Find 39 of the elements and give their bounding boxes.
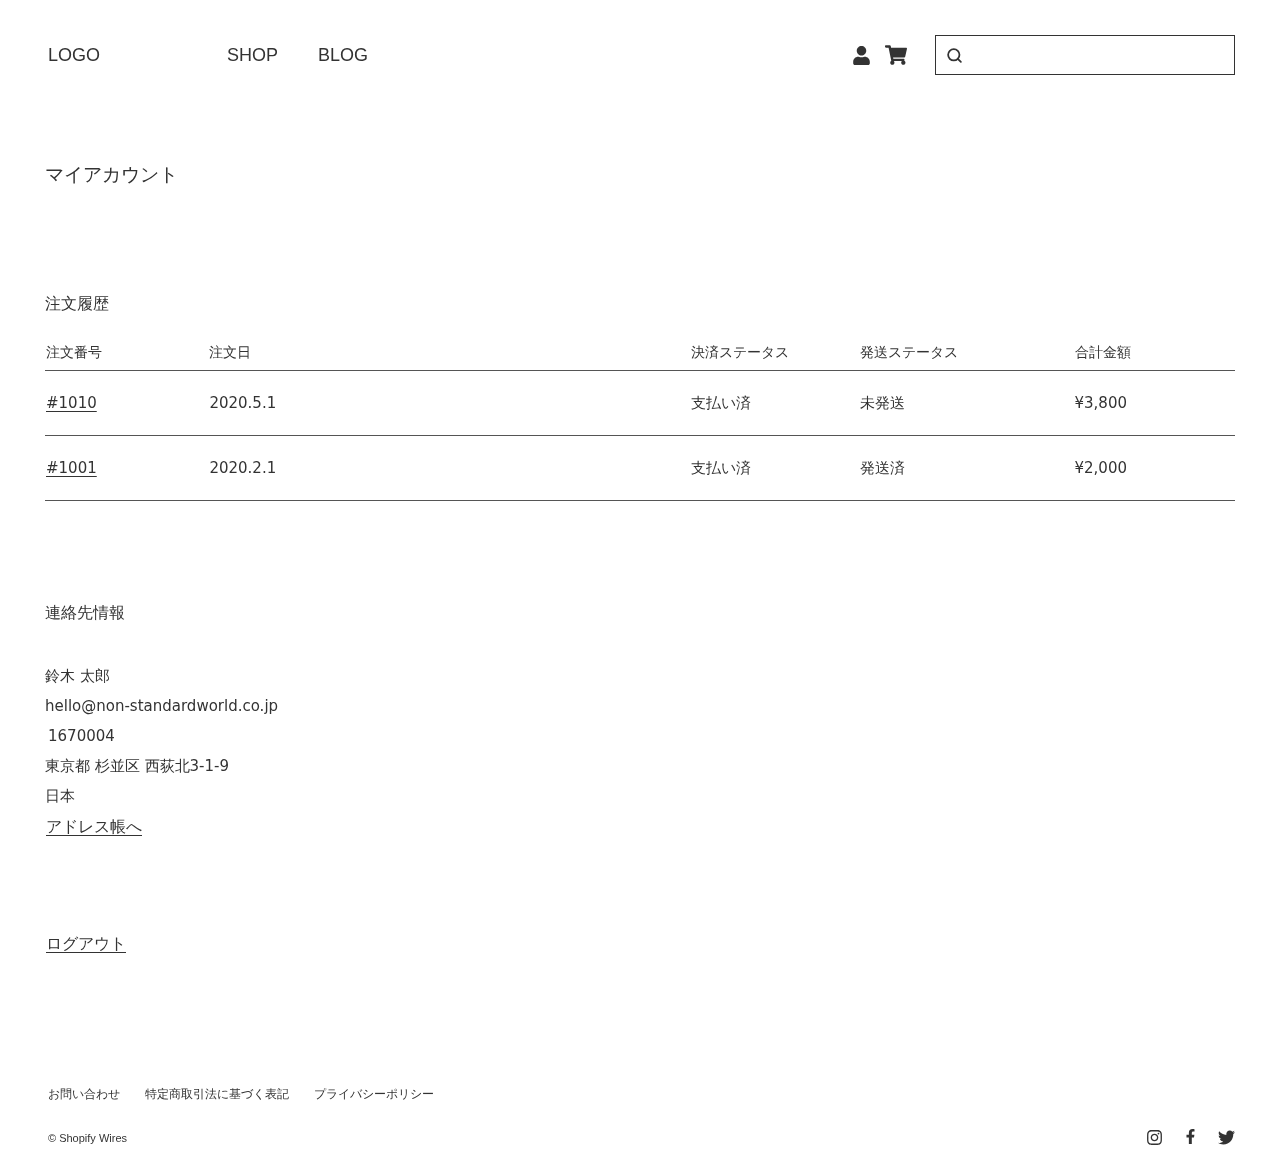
- table-cell: ¥2,000: [1074, 459, 1127, 477]
- nav-link[interactable]: SHOP: [227, 44, 278, 66]
- column-header: 決済ステータス: [690, 344, 859, 371]
- logo[interactable]: LOGO: [48, 44, 227, 66]
- logout-link[interactable]: ログアウト: [46, 934, 126, 953]
- contact-text: hello@non-standardworld.co.jp: [45, 696, 280, 717]
- contact-text: 東京都 杉並区 西荻北3-1-9: [45, 756, 230, 777]
- table-cell: 2020.5.1: [209, 394, 277, 412]
- page-title: マイアカウント: [45, 162, 179, 187]
- contact-text: 鈴木 太郎: [45, 666, 111, 687]
- facebook-icon[interactable]: [1183, 1129, 1198, 1146]
- column-header: 注文日: [208, 344, 691, 371]
- order-link[interactable]: #1010: [46, 394, 97, 412]
- account-icon[interactable]: [852, 45, 871, 65]
- section-title: 注文履歴: [45, 293, 110, 315]
- search-field[interactable]: [935, 35, 1235, 75]
- footer-link[interactable]: 特定商取引法に基づく表記: [145, 1086, 289, 1103]
- copyright-text: © Shopify Wires: [48, 1131, 127, 1144]
- nav-link[interactable]: BLOG: [318, 44, 369, 66]
- instagram-icon[interactable]: [1146, 1129, 1163, 1146]
- section-title: 連絡先情報: [45, 602, 126, 624]
- table-cell: 支払い済: [691, 393, 752, 412]
- contact-text: 1670004: [47, 726, 116, 747]
- contact-text: 日本: [45, 786, 76, 807]
- table-cell: 2020.2.1: [209, 459, 277, 477]
- search-icon: [946, 46, 963, 64]
- address-book-link[interactable]: アドレス帳へ: [46, 817, 142, 836]
- order-link[interactable]: #1001: [46, 459, 97, 477]
- column-header: 合計金額: [1073, 344, 1235, 371]
- footer-link[interactable]: プライバシーポリシー: [314, 1086, 434, 1103]
- footer-link[interactable]: お問い合わせ: [48, 1086, 120, 1103]
- table-cell: 支払い済: [691, 458, 752, 477]
- column-header: 発送ステータス: [858, 344, 1074, 371]
- column-header: 注文番号: [45, 344, 209, 371]
- table-cell: ¥3,800: [1074, 394, 1127, 412]
- twitter-icon[interactable]: [1218, 1129, 1235, 1146]
- table-cell: 発送済: [859, 458, 905, 477]
- table-cell: 未発送: [859, 393, 905, 412]
- cart-icon[interactable]: [885, 44, 907, 66]
